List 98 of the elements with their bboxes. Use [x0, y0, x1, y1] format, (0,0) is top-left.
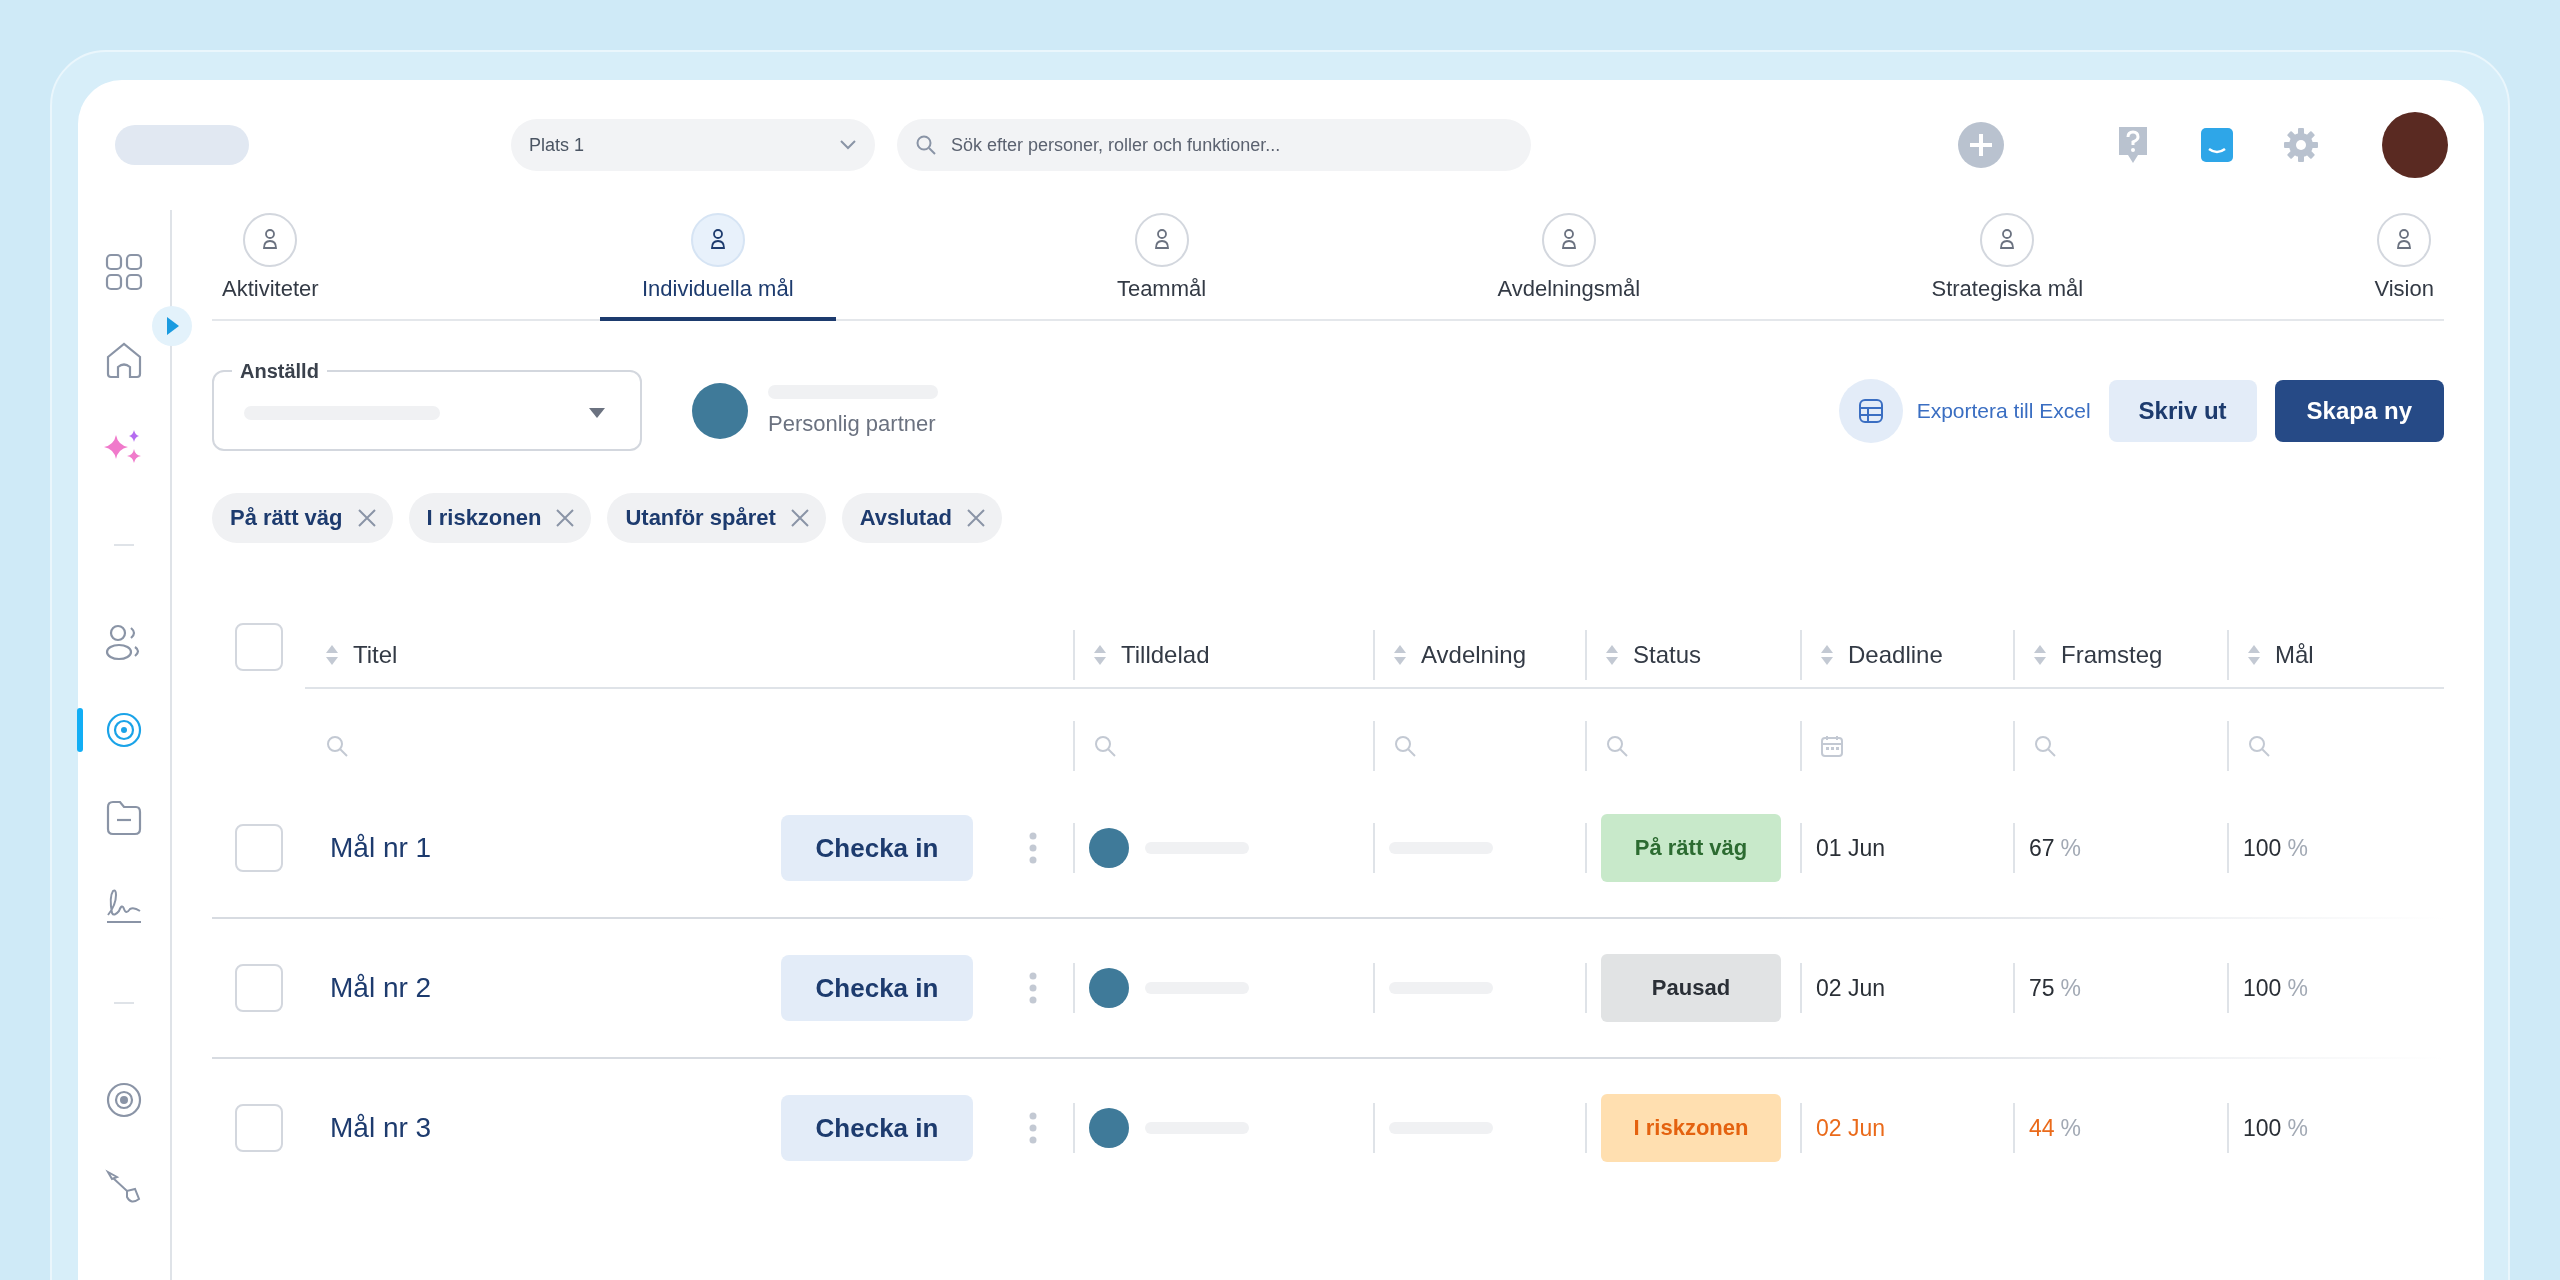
create-button[interactable]: Skapa ny	[2274, 380, 2444, 442]
more-icon[interactable]	[1029, 1112, 1037, 1144]
search-icon[interactable]	[1605, 734, 1629, 758]
active-indicator	[77, 708, 83, 752]
search-icon[interactable]	[325, 734, 349, 758]
row-checkbox[interactable]	[235, 1104, 283, 1152]
check-in-button[interactable]: Checka in	[781, 815, 973, 881]
close-icon[interactable]	[965, 508, 986, 528]
tab-icon	[242, 212, 299, 268]
percent-unit: %	[2287, 1114, 2308, 1142]
column-header: Tilldelad	[1121, 641, 1210, 669]
percent-unit: %	[2060, 974, 2082, 1002]
calendar-icon[interactable]	[1820, 734, 1844, 758]
column-header: Mål	[2275, 641, 2314, 669]
deadline-date: 01 Jun	[1816, 834, 1886, 862]
export-link[interactable]: Exportera till Excel	[1916, 399, 2091, 423]
filter-chip[interactable]: Utanför spåret	[607, 493, 826, 543]
tab-icon	[1133, 212, 1190, 268]
tab[interactable]: Individuella mål	[599, 210, 836, 321]
expand-toggle-icon[interactable]	[152, 306, 192, 346]
home-icon[interactable]	[105, 341, 143, 379]
check-in-button[interactable]: Checka in	[781, 1095, 973, 1161]
goal-title[interactable]: Mål nr 1	[330, 832, 432, 864]
column-header: Titel	[353, 641, 398, 669]
more-icon[interactable]	[1029, 832, 1037, 864]
search-field[interactable]: Sök efter personer, roller och funktioner...	[897, 119, 1531, 171]
filter-chip[interactable]: Avslutad	[841, 493, 1002, 543]
tab[interactable]: Avdelningsmål	[1487, 210, 1651, 321]
status-badge: Pausad	[1601, 954, 1781, 1022]
sort-icon[interactable]	[1393, 643, 1407, 667]
column-header: Status	[1633, 641, 1702, 669]
sort-icon[interactable]	[1093, 643, 1107, 667]
print-button[interactable]: Skriv ut	[2108, 380, 2257, 442]
deadline-date: 02 Jun	[1816, 974, 1886, 1002]
signature-icon[interactable]	[104, 887, 144, 925]
search-icon[interactable]	[1393, 734, 1417, 758]
sort-icon[interactable]	[2247, 643, 2261, 667]
assignee-avatar	[1089, 828, 1129, 868]
filter-chip[interactable]: I riskzonen	[408, 493, 592, 543]
tab-icon	[1979, 212, 2036, 268]
status-badge: I riskzonen	[1601, 1094, 1781, 1162]
percent-unit: %	[2287, 974, 2308, 1002]
status-badge: På rätt väg	[1601, 814, 1781, 882]
close-icon[interactable]	[789, 508, 810, 528]
folder-icon[interactable]	[105, 799, 143, 837]
sort-icon[interactable]	[2033, 643, 2047, 667]
close-icon[interactable]	[555, 508, 576, 528]
tab[interactable]: Aktiviteter	[212, 210, 329, 321]
assignee-avatar	[1089, 968, 1129, 1008]
column-header: Deadline	[1848, 641, 1943, 669]
goal-title[interactable]: Mål nr 3	[330, 1112, 432, 1144]
location-select[interactable]: Plats 1	[511, 119, 875, 171]
tab[interactable]: Vision	[2364, 210, 2444, 321]
chat-icon[interactable]	[2200, 127, 2234, 163]
column-header: Avdelning	[1421, 641, 1526, 669]
target-icon[interactable]	[105, 1081, 143, 1119]
settings-icon[interactable]	[2282, 126, 2320, 164]
percent-unit: %	[2287, 834, 2308, 862]
progress-value: 67	[2029, 834, 2055, 862]
goal-value: 100	[2243, 834, 2282, 862]
grid-icon[interactable]	[105, 253, 143, 291]
chevron-down-icon	[839, 139, 857, 151]
percent-unit: %	[2060, 1114, 2082, 1142]
tab-icon	[2376, 212, 2433, 268]
search-icon	[915, 134, 937, 156]
sort-icon[interactable]	[1820, 643, 1834, 667]
tab-icon	[689, 212, 746, 268]
sort-icon[interactable]	[1605, 643, 1619, 667]
select-all-checkbox[interactable]	[235, 623, 283, 671]
partner-avatar	[692, 383, 748, 439]
tab[interactable]: Teammål	[1106, 210, 1217, 321]
close-icon[interactable]	[356, 508, 377, 528]
goal-value: 100	[2243, 1114, 2282, 1142]
assignee-avatar	[1089, 1108, 1129, 1148]
row-checkbox[interactable]	[235, 824, 283, 872]
goal-title[interactable]: Mål nr 2	[330, 972, 432, 1004]
tab[interactable]: Strategiska mål	[1921, 210, 2094, 321]
spreadsheet-icon[interactable]	[1838, 379, 1903, 443]
progress-value: 44	[2029, 1114, 2055, 1142]
dropdown-arrow-icon	[588, 407, 606, 419]
progress-value: 75	[2029, 974, 2055, 1002]
filter-chip[interactable]: På rätt väg	[212, 493, 393, 543]
column-header: Framsteg	[2061, 641, 2163, 669]
tab-icon	[1540, 212, 1597, 268]
partner-caption: Personlig partner	[768, 411, 937, 437]
row-checkbox[interactable]	[235, 964, 283, 1012]
search-icon[interactable]	[1093, 734, 1117, 758]
target-icon[interactable]	[105, 711, 143, 749]
sort-icon[interactable]	[325, 643, 339, 667]
add-icon[interactable]	[1958, 122, 2004, 168]
help-icon[interactable]	[2116, 125, 2150, 165]
check-in-button[interactable]: Checka in	[781, 955, 973, 1021]
percent-unit: %	[2060, 834, 2082, 862]
search-icon[interactable]	[2247, 734, 2271, 758]
deadline-date: 02 Jun	[1816, 1114, 1886, 1142]
search-icon[interactable]	[2033, 734, 2057, 758]
goal-value: 100	[2243, 974, 2282, 1002]
more-icon[interactable]	[1029, 972, 1037, 1004]
